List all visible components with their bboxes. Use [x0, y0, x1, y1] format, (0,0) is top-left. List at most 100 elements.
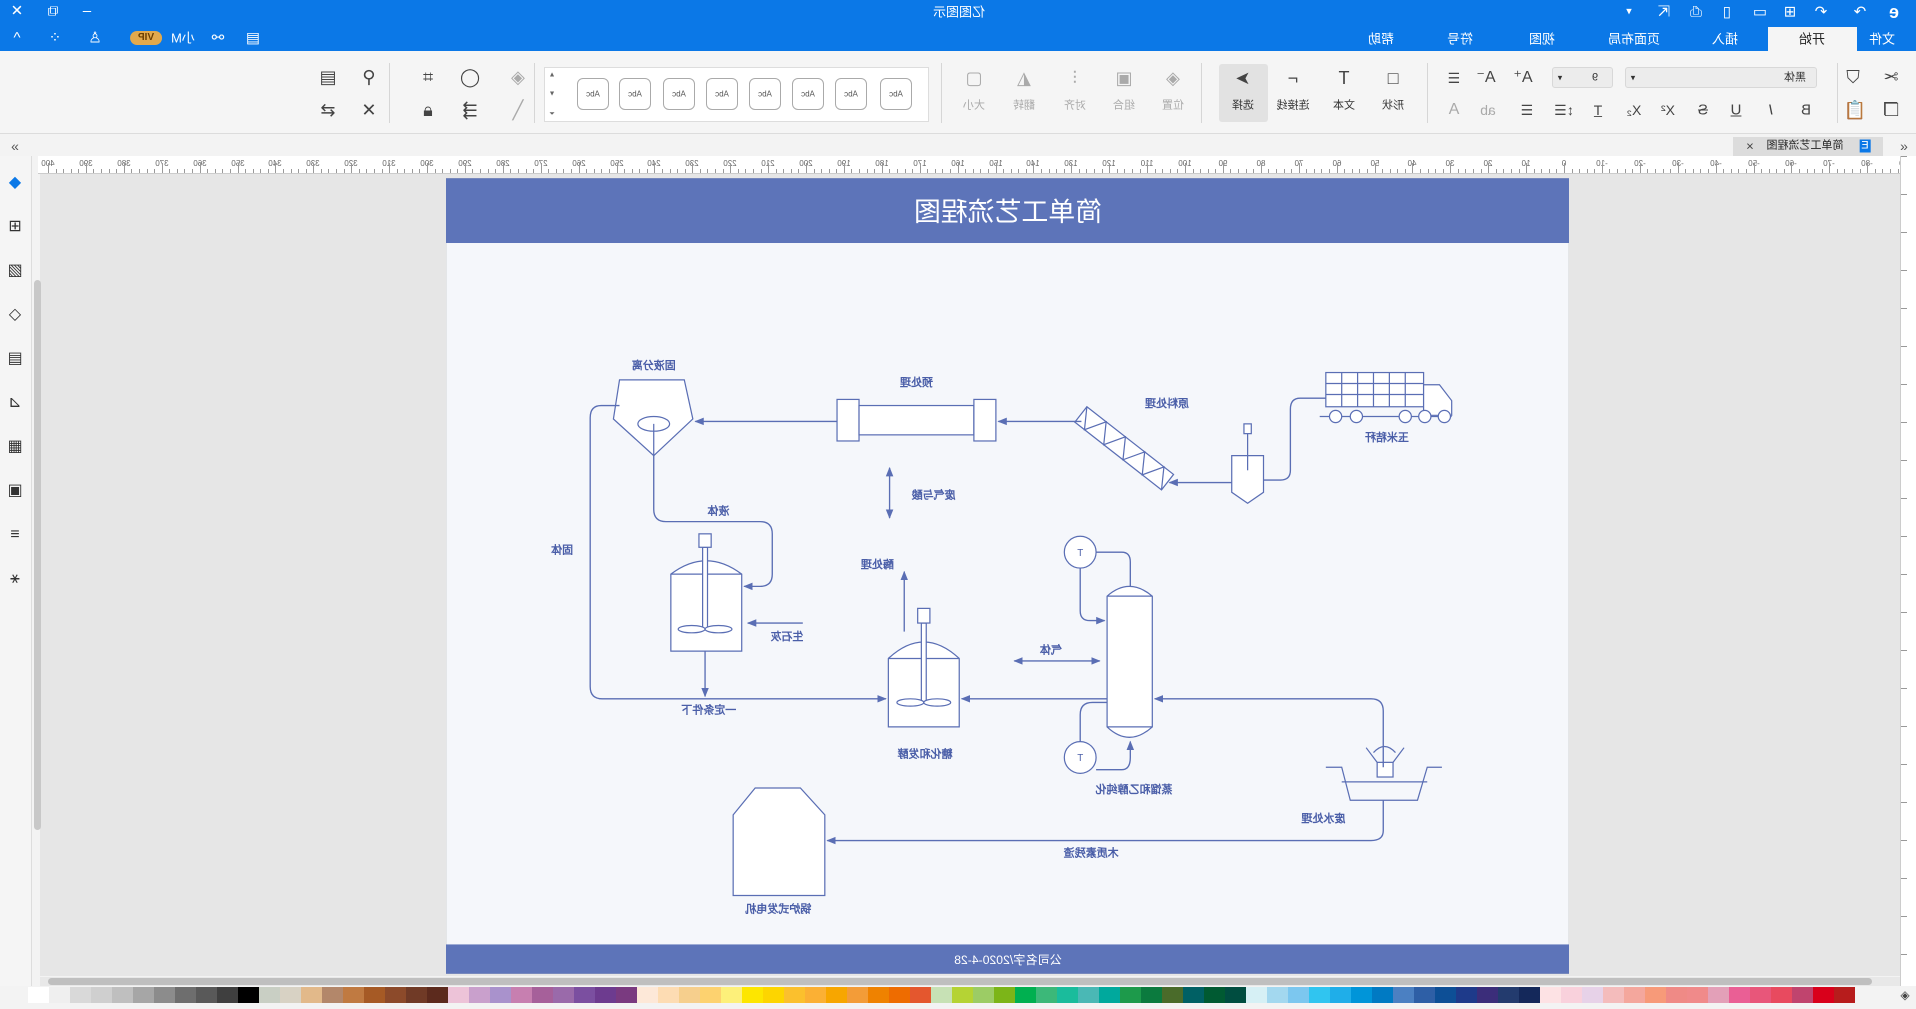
gallery-scroll-up-icon[interactable]: ▲	[549, 72, 556, 79]
gallery-expand-icon[interactable]: ⏷	[549, 111, 555, 118]
color-swatch[interactable]	[1351, 987, 1372, 1003]
color-swatch[interactable]	[1771, 987, 1792, 1003]
label-pretreatment[interactable]: 预处理	[900, 375, 933, 389]
new-icon[interactable]: ⊞	[1784, 4, 1797, 21]
pretreatment-reactor[interactable]	[858, 404, 975, 436]
color-swatch[interactable]	[1435, 987, 1456, 1003]
color-swatch[interactable]	[784, 987, 805, 1003]
label-wastewater[interactable]: 废水处理	[1301, 811, 1345, 825]
color-swatch[interactable]	[469, 987, 490, 1003]
label-liquid[interactable]: 液体	[707, 503, 730, 517]
label-boiler[interactable]: 锅炉式发电机	[745, 902, 811, 916]
gallery-scroll-down-icon[interactable]: ▼	[549, 91, 556, 98]
color-swatch[interactable]	[595, 987, 616, 1003]
export-icon[interactable]: ⇱	[1658, 4, 1671, 21]
color-swatch[interactable]	[679, 987, 700, 1003]
color-swatch[interactable]	[868, 987, 889, 1003]
color-swatch[interactable]	[1729, 987, 1750, 1003]
color-swatch[interactable]	[1540, 987, 1561, 1003]
color-swatch[interactable]	[1288, 987, 1309, 1003]
fill-picker-icon[interactable]: ◈	[1900, 988, 1909, 1002]
color-swatch[interactable]	[385, 987, 406, 1003]
text-format-icon[interactable]: T̲	[1594, 102, 1603, 118]
format-painter-icon[interactable]: ⛉	[1846, 67, 1860, 87]
restore-icon[interactable]: ⧉	[48, 3, 59, 20]
color-swatch[interactable]	[1078, 987, 1099, 1003]
color-swatch[interactable]	[1813, 987, 1834, 1003]
crop-icon[interactable]: ⌗	[423, 67, 433, 87]
color-swatch[interactable]	[1246, 987, 1267, 1003]
close-icon[interactable]: ✕	[11, 3, 24, 20]
size-button[interactable]: 大小	[963, 100, 985, 112]
color-swatch[interactable]	[1141, 987, 1162, 1003]
open-icon[interactable]: ▭	[1753, 4, 1767, 21]
position-button[interactable]: 位置	[1162, 100, 1184, 112]
bold-icon[interactable]: B	[1801, 102, 1811, 119]
vertical-scrollbar[interactable]	[34, 280, 41, 830]
table-icon[interactable]: ▦	[7, 438, 22, 455]
color-swatch[interactable]	[721, 987, 742, 1003]
line-spacing-icon[interactable]: ↕☰	[1554, 102, 1574, 118]
color-swatch[interactable]	[1204, 987, 1225, 1003]
color-swatch[interactable]	[364, 987, 385, 1003]
superscript-icon[interactable]: X²	[1661, 102, 1675, 118]
more-icon[interactable]: ▾	[1626, 6, 1632, 18]
diagram-title[interactable]: 简单工艺流程图	[914, 197, 1102, 227]
color-swatch[interactable]	[1057, 987, 1078, 1003]
flowchart-page[interactable]: 简单工艺流程图 公司名字/2020-4-28 固液分离 预处理 原料处理 玉米秸…	[446, 178, 1569, 974]
color-swatch[interactable]	[1036, 987, 1057, 1003]
color-swatch[interactable]	[1183, 987, 1204, 1003]
color-swatch[interactable]	[1792, 987, 1813, 1003]
color-swatch[interactable]	[826, 987, 847, 1003]
color-swatch[interactable]	[343, 987, 364, 1003]
color-swatch[interactable]	[1603, 987, 1624, 1003]
color-swatch[interactable]	[1372, 987, 1393, 1003]
label-quicklime[interactable]: 生石灰	[770, 629, 803, 643]
copy-icon[interactable]: ❐	[1883, 100, 1899, 120]
document-icon[interactable]: ▤	[319, 67, 336, 87]
diagram-footer[interactable]: 公司名字/2020-4-28	[954, 952, 1062, 967]
strikethrough-icon[interactable]: S	[1698, 102, 1708, 119]
color-swatch[interactable]	[553, 987, 574, 1003]
color-swatch[interactable]	[910, 987, 931, 1003]
color-swatch[interactable]	[805, 987, 826, 1003]
color-swatch[interactable]	[280, 987, 301, 1003]
image-icon[interactable]: ▨	[7, 262, 22, 279]
label-distillation[interactable]: 蒸馏和乙醇纯化	[1096, 782, 1173, 796]
style-preset[interactable]: Abc	[749, 78, 781, 110]
tab-help[interactable]: 帮助	[1368, 32, 1394, 47]
find-icon[interactable]: ⚲	[362, 67, 375, 87]
color-swatch[interactable]	[196, 987, 217, 1003]
flip-button[interactable]: 翻转	[1013, 100, 1035, 112]
lock-icon[interactable]: 🔒︎	[423, 100, 433, 120]
group-icon[interactable]: ▣	[1115, 68, 1132, 88]
shape-button[interactable]: 形状	[1382, 100, 1404, 112]
color-swatch[interactable]	[1393, 987, 1414, 1003]
color-swatch[interactable]	[490, 987, 511, 1003]
align-icon[interactable]: ☰	[1448, 70, 1461, 86]
color-swatch[interactable]	[406, 987, 427, 1003]
color-swatch[interactable]	[889, 987, 910, 1003]
color-swatch[interactable]	[1519, 987, 1540, 1003]
chart-icon[interactable]: ⊿	[8, 394, 21, 411]
line-style-icon[interactable]: ⇶	[462, 100, 477, 120]
tools-icon[interactable]: ✕	[361, 100, 376, 120]
color-swatch[interactable]	[91, 987, 112, 1003]
horizontal-scrollbar-thumb[interactable]	[48, 978, 1872, 985]
size-icon[interactable]: ▢	[965, 68, 982, 88]
color-swatch[interactable]	[1624, 987, 1645, 1003]
color-swatch[interactable]	[1309, 987, 1330, 1003]
replace-icon[interactable]: ⇄	[320, 100, 335, 120]
color-swatch[interactable]	[1099, 987, 1120, 1003]
color-swatch[interactable]	[658, 987, 679, 1003]
label-lignin[interactable]: 木质素残渣	[1063, 845, 1120, 859]
label-gas[interactable]: 气体	[1039, 643, 1063, 657]
page-icon[interactable]: ▤	[7, 350, 22, 367]
color-swatch[interactable]	[700, 987, 721, 1003]
flip-icon[interactable]: ◭	[1017, 68, 1031, 88]
text-button[interactable]: 文本	[1333, 100, 1355, 112]
italic-icon[interactable]: I	[1769, 102, 1773, 119]
label-saccharification[interactable]: 糖化和发酵	[898, 746, 953, 760]
color-swatch[interactable]	[112, 987, 133, 1003]
text-case-icon[interactable]: ab	[1480, 102, 1496, 118]
